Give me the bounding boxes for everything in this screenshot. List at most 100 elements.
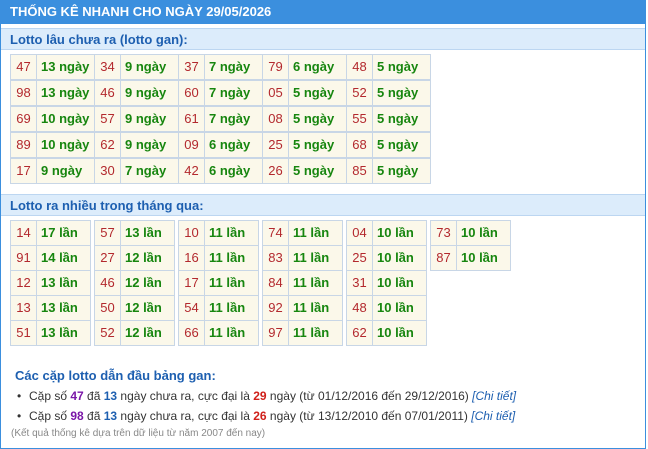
gan-number: 55 <box>346 106 373 132</box>
gan-number: 85 <box>346 158 373 184</box>
nhieu-number: 48 <box>346 295 373 321</box>
summary-text: đã <box>83 389 104 403</box>
table-row: 34 9 ngày <box>94 54 179 80</box>
nhieu-count: 11 lần <box>288 295 343 321</box>
nhieu-number: 84 <box>262 270 289 296</box>
bullet-icon: • <box>17 409 22 423</box>
nhieu-count: 10 lần <box>372 220 427 246</box>
nhieu-number: 46 <box>94 270 121 296</box>
nhieu-number: 16 <box>178 245 205 271</box>
gan-number: 46 <box>94 80 121 106</box>
gan-count: 9 ngày <box>120 54 179 80</box>
nhieu-count: 10 lần <box>456 245 511 271</box>
nhieu-number: 91 <box>10 245 37 271</box>
nhieu-heading: Lotto ra nhiều trong tháng qua: <box>1 194 645 216</box>
summary-text: đã <box>83 409 104 423</box>
gan-count: 13 ngày <box>36 80 95 106</box>
gan-count: 5 ngày <box>372 106 431 132</box>
table-row: 16 11 lần <box>178 245 259 271</box>
summary-text: ngày (từ 01/12/2016 đến 29/12/2016) <box>266 389 473 403</box>
nhieu-number: 54 <box>178 295 205 321</box>
gan-number: 60 <box>178 80 205 106</box>
gan-number: 89 <box>10 132 37 158</box>
summary-text: ngày chưa ra, cực đại là <box>117 389 254 403</box>
summary-text: Cặp số <box>29 409 71 423</box>
nhieu-number: 50 <box>94 295 121 321</box>
nhieu-grid: 14 17 lần 91 14 lần 12 13 lần 13 13 lần 51 13 lần… <box>1 220 645 354</box>
gan-count: 9 ngày <box>120 80 179 106</box>
gan-number: 09 <box>178 132 205 158</box>
summary-text: 98 <box>70 409 84 423</box>
gan-number: 37 <box>178 54 205 80</box>
nhieu-number: 97 <box>262 320 289 346</box>
gan-count: 6 ngày <box>288 54 347 80</box>
footnote: (Kết quả thống kê dựa trên dữ liệu từ nă… <box>11 428 266 439</box>
summary-pair-line: • Cặp số 98 đã 13 ngày chưa ra, cực đại l… <box>15 406 645 426</box>
nhieu-count: 14 lần <box>36 245 91 271</box>
gan-number: 05 <box>262 80 289 106</box>
gan-number: 52 <box>346 80 373 106</box>
table-row: 91 14 lần <box>10 245 91 271</box>
detail-link[interactable]: [Chi tiết] <box>471 409 515 423</box>
summary-heading: Các cặp lotto dẫn đầu bảng gan: <box>15 368 216 383</box>
gan-count: 9 ngày <box>120 132 179 158</box>
nhieu-number: 52 <box>94 320 121 346</box>
gan-count: 10 ngày <box>36 132 95 158</box>
table-row: 69 10 ngày <box>10 106 95 132</box>
nhieu-column: 14 17 lần 91 14 lần 12 13 lần 13 13 lần 51 13 lần <box>10 220 91 346</box>
gan-number: 68 <box>346 132 373 158</box>
nhieu-number: 74 <box>262 220 289 246</box>
nhieu-number: 17 <box>178 270 205 296</box>
table-row: 74 11 lần <box>262 220 343 246</box>
summary-text: 29 <box>253 389 267 403</box>
gan-number: 08 <box>262 106 289 132</box>
table-row: 85 5 ngày <box>346 158 431 184</box>
table-row: 50 12 lần <box>94 295 175 321</box>
gan-count: 7 ngày <box>204 106 263 132</box>
table-row: 57 13 lần <box>94 220 175 246</box>
gan-column: 48 5 ngày 52 5 ngày 55 5 ngày 68 5 ngày 85 5 ngày <box>346 54 431 184</box>
nhieu-column: 74 11 lần 83 11 lần 84 11 lần 92 11 lần 97 11 lần <box>262 220 343 346</box>
nhieu-count: 11 lần <box>288 245 343 271</box>
gan-number: 42 <box>178 158 205 184</box>
nhieu-number: 57 <box>94 220 121 246</box>
nhieu-count: 13 lần <box>36 270 91 296</box>
summary-pair-line: • Cặp số 47 đã 13 ngày chưa ra, cực đại l… <box>15 386 645 406</box>
gan-heading: Lotto lâu chưa ra (lotto gan): <box>1 28 645 50</box>
gan-number: 79 <box>262 54 289 80</box>
nhieu-count: 11 lần <box>288 220 343 246</box>
gan-number: 62 <box>94 132 121 158</box>
gan-count: 5 ngày <box>288 106 347 132</box>
nhieu-number: 14 <box>10 220 37 246</box>
nhieu-column: 73 10 lần 87 10 lần <box>430 220 511 271</box>
table-row: 12 13 lần <box>10 270 91 296</box>
gan-count: 6 ngày <box>204 132 263 158</box>
table-row: 54 11 lần <box>178 295 259 321</box>
detail-link[interactable]: [Chi tiết] <box>472 389 516 403</box>
table-row: 51 13 lần <box>10 320 91 346</box>
table-row: 14 17 lần <box>10 220 91 246</box>
table-row: 30 7 ngày <box>94 158 179 184</box>
table-row: 62 9 ngày <box>94 132 179 158</box>
nhieu-count: 10 lần <box>456 220 511 246</box>
gan-column: 34 9 ngày 46 9 ngày 57 9 ngày 62 9 ngày 30 7 ngày <box>94 54 179 184</box>
table-row: 48 10 lần <box>346 295 427 321</box>
table-row: 57 9 ngày <box>94 106 179 132</box>
summary-text: 13 <box>103 389 118 403</box>
nhieu-count: 12 lần <box>120 320 175 346</box>
nhieu-number: 87 <box>430 245 457 271</box>
gan-column: 79 6 ngày 05 5 ngày 08 5 ngày 25 5 ngày 26 5 ngày <box>262 54 347 184</box>
gan-count: 5 ngày <box>288 80 347 106</box>
table-row: 60 7 ngày <box>178 80 263 106</box>
summary-text: Cặp số <box>29 389 71 403</box>
table-row: 10 11 lần <box>178 220 259 246</box>
nhieu-count: 13 lần <box>36 295 91 321</box>
summary-text: ngày (từ 13/12/2010 đến 07/01/2011) <box>266 409 472 423</box>
gan-number: 48 <box>346 54 373 80</box>
nhieu-number: 04 <box>346 220 373 246</box>
summary-text: ngày chưa ra, cực đại là <box>117 409 254 423</box>
nhieu-count: 10 lần <box>372 320 427 346</box>
nhieu-number: 31 <box>346 270 373 296</box>
nhieu-number: 92 <box>262 295 289 321</box>
nhieu-count: 11 lần <box>204 295 259 321</box>
